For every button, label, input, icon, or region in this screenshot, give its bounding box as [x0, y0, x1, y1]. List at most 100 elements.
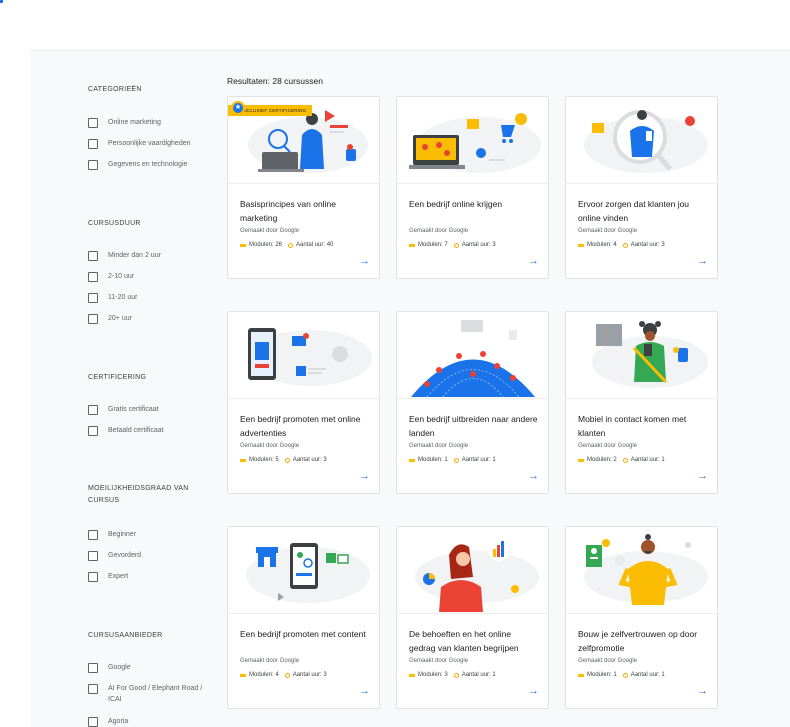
course-meta: Modulen: 2 Aantal uur: 1	[578, 457, 665, 463]
course-card[interactable]: Een bedrijf promoten met content Gemaakt…	[227, 526, 380, 709]
checkbox[interactable]	[88, 272, 98, 282]
filter-option-paid-cert[interactable]: Betaald certificaat	[88, 425, 218, 436]
arrow-right-icon[interactable]: →	[697, 256, 708, 267]
checkbox[interactable]	[88, 684, 98, 694]
course-title[interactable]: Basisprincipes van online marketing	[240, 197, 370, 225]
course-title[interactable]: Een bedrijf uitbreiden naar andere lande…	[409, 412, 539, 440]
course-provider: Gemaakt door Google	[409, 228, 469, 234]
checkbox[interactable]	[88, 426, 98, 436]
filter-title-difficulty: MOEILIJKHEIDSGRAAD VAN CURSUS	[88, 485, 189, 504]
course-card[interactable]: Een bedrijf promoten met online adverten…	[227, 311, 380, 494]
globe-pins-illustration	[397, 312, 548, 397]
course-title[interactable]: Ervoor zorgen dat klanten jou online vin…	[578, 197, 708, 225]
course-card[interactable]: Een bedrijf online krijgen Gemaakt door …	[396, 96, 549, 279]
arrow-right-icon[interactable]: →	[359, 256, 370, 267]
modules-icon	[240, 243, 246, 247]
course-title[interactable]: De behoeften en het online gedrag van kl…	[409, 627, 539, 655]
filter-option-agoria[interactable]: Agoria	[88, 716, 218, 727]
filter-option-google[interactable]: Google	[88, 662, 218, 673]
filter-option-20plus-h[interactable]: 20+ uur	[88, 313, 218, 324]
arrow-right-icon[interactable]: →	[528, 471, 539, 482]
divider	[397, 613, 548, 614]
modules-icon	[578, 673, 584, 677]
medal-icon: ★	[231, 101, 245, 115]
checkbox[interactable]	[88, 139, 98, 149]
course-card[interactable]: Mobiel in contact komen met klanten Gema…	[565, 311, 718, 494]
course-provider: Gemaakt door Google	[578, 443, 638, 449]
divider	[228, 183, 379, 184]
filter-option-expert[interactable]: Expert	[88, 571, 218, 582]
course-title[interactable]: Een bedrijf promoten met content	[240, 627, 370, 641]
checkbox[interactable]	[88, 663, 98, 673]
arrow-right-icon[interactable]: →	[528, 686, 539, 697]
course-title[interactable]: Bouw je zelfvertrouwen op door zelfpromo…	[578, 627, 708, 655]
checkbox[interactable]	[88, 405, 98, 415]
checkbox[interactable]	[88, 160, 98, 170]
modules-icon	[578, 243, 584, 247]
clock-icon	[288, 242, 294, 248]
clock-icon	[453, 242, 459, 248]
modules-icon	[409, 673, 415, 677]
filter-option-ai-for-good[interactable]: AI For Good / Elephant Road / ICAI	[88, 683, 218, 705]
filter-title-certification: CERTIFICERING	[88, 374, 147, 381]
woman-thinking-illustration	[397, 527, 548, 612]
modules-icon	[240, 673, 246, 677]
filter-option-online-marketing[interactable]: Online marketing	[88, 117, 218, 128]
divider	[397, 398, 548, 399]
checkbox[interactable]	[88, 551, 98, 561]
magnifier-person-illustration	[566, 97, 717, 182]
store-phone-illustration	[228, 527, 379, 612]
filter-option-beginner[interactable]: Beginner	[88, 529, 218, 540]
course-provider: Gemaakt door Google	[578, 658, 638, 664]
filter-title-duration: CURSUSDUUR	[88, 220, 141, 227]
course-card[interactable]: De behoeften en het online gedrag van kl…	[396, 526, 549, 709]
modules-icon	[240, 458, 246, 462]
arrow-right-icon[interactable]: →	[359, 686, 370, 697]
course-card[interactable]: Bouw je zelfvertrouwen op door zelfpromo…	[565, 526, 718, 709]
course-title[interactable]: Een bedrijf promoten met online adverten…	[240, 412, 370, 440]
course-provider: Gemaakt door Google	[409, 443, 469, 449]
laptop-shop-illustration	[397, 97, 548, 182]
checkbox[interactable]	[88, 530, 98, 540]
checkbox[interactable]	[88, 118, 98, 128]
checkbox[interactable]	[88, 572, 98, 582]
modules-icon	[578, 458, 584, 462]
filter-option-11-20h[interactable]: 11-20 uur	[88, 292, 218, 303]
course-provider: Gemaakt door Google	[409, 658, 469, 664]
divider	[566, 613, 717, 614]
arrow-right-icon[interactable]: →	[697, 686, 708, 697]
checkbox[interactable]	[88, 251, 98, 261]
divider	[228, 398, 379, 399]
filter-option-under-2h[interactable]: Minder dan 2 uur	[88, 250, 218, 261]
course-title[interactable]: Een bedrijf online krijgen	[409, 197, 539, 211]
filter-option-advanced[interactable]: Gevorderd	[88, 550, 218, 561]
course-card[interactable]: Een bedrijf uitbreiden naar andere lande…	[396, 311, 549, 494]
filter-option-free-cert[interactable]: Gratis certificaat	[88, 404, 218, 415]
clock-icon	[453, 457, 459, 463]
course-card[interactable]: Inclusief certificering ★ Basisprincipes…	[227, 96, 380, 279]
clock-icon	[284, 672, 290, 678]
filter-option-personal-skills[interactable]: Persoonlijke vaardigheden	[88, 138, 218, 149]
arrow-right-icon[interactable]: →	[697, 471, 708, 482]
divider	[228, 613, 379, 614]
course-title[interactable]: Mobiel in contact komen met klanten	[578, 412, 708, 440]
phone-ads-illustration	[228, 312, 379, 397]
clock-icon	[622, 242, 628, 248]
course-card[interactable]: Ervoor zorgen dat klanten jou online vin…	[565, 96, 718, 279]
filter-title-provider: CURSUSAANBIEDER	[88, 632, 163, 639]
filter-option-data-tech[interactable]: Gegevens en technologie	[88, 159, 218, 170]
arrow-right-icon[interactable]: →	[528, 256, 539, 267]
checkbox[interactable]	[88, 314, 98, 324]
divider	[397, 183, 548, 184]
filter-option-2-10h[interactable]: 2-10 uur	[88, 271, 218, 282]
checkbox[interactable]	[88, 293, 98, 303]
woman-phone-illustration	[566, 312, 717, 397]
confident-man-illustration	[566, 527, 717, 612]
arrow-right-icon[interactable]: →	[359, 471, 370, 482]
course-provider: Gemaakt door Google	[578, 228, 638, 234]
divider	[566, 183, 717, 184]
clock-icon	[622, 457, 628, 463]
course-provider: Gemaakt door Google	[240, 228, 300, 234]
catalog-panel: CATEGORIEËN Online marketing Persoonlijk…	[30, 50, 790, 727]
results-count: Resultaten: 28 cursussen	[227, 76, 323, 86]
